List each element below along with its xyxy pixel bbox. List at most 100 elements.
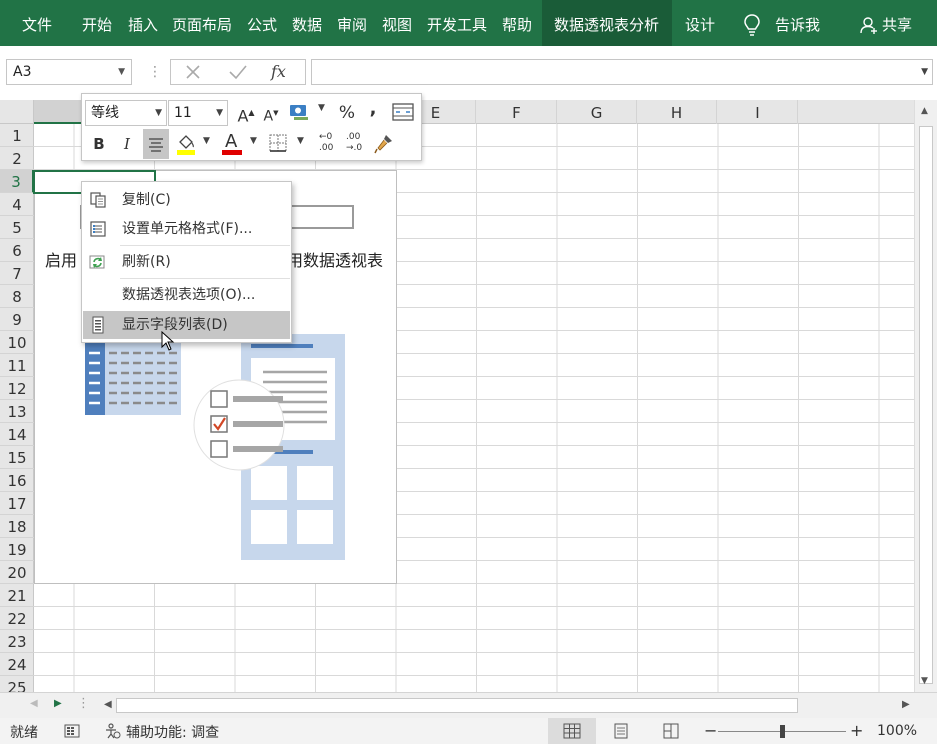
menu-item-show-field-list[interactable]: 显示字段列表(D) (83, 311, 290, 339)
scroll-down-icon[interactable]: ▼ (921, 676, 928, 686)
font-color-button[interactable]: A (220, 131, 244, 157)
zoom-slider-thumb[interactable] (780, 725, 785, 738)
row-header-19[interactable]: 19 (0, 538, 34, 561)
column-header-f[interactable]: F (477, 100, 557, 124)
row-header-24[interactable]: 24 (0, 653, 34, 676)
row-header-5[interactable]: 5 (0, 216, 34, 239)
insert-function-button[interactable]: fx (271, 60, 286, 84)
scroll-up-icon[interactable]: ▲ (921, 106, 928, 116)
page-break-view-icon[interactable] (662, 723, 680, 739)
borders-icon[interactable] (268, 133, 288, 153)
tab-help[interactable]: 帮助 (502, 0, 532, 46)
share-button[interactable]: 共享 (882, 0, 912, 46)
name-box[interactable]: A3 ▼ (6, 59, 132, 85)
formula-input[interactable]: ▼ (311, 59, 933, 85)
row-header-6[interactable]: 6 (0, 239, 34, 262)
macro-record-icon[interactable] (64, 724, 80, 738)
row-header-14[interactable]: 14 (0, 423, 34, 446)
decrease-decimal-icon[interactable]: .00 →.0 (344, 132, 368, 156)
tab-design[interactable]: 设计 (685, 0, 715, 46)
scroll-right-icon[interactable]: ▶ (902, 699, 910, 710)
shrink-font-button[interactable]: A▼ (262, 101, 280, 125)
accessibility-status[interactable]: 辅助功能: 调查 (126, 722, 219, 742)
merge-center-icon[interactable] (392, 102, 414, 122)
chevron-down-icon[interactable]: ▼ (203, 136, 210, 146)
column-header-i[interactable]: I (718, 100, 798, 124)
fill-color-icon[interactable] (174, 132, 198, 156)
menu-item-pivot-options[interactable]: 数据透视表选项(O)... (83, 281, 290, 309)
tab-data[interactable]: 数据 (292, 0, 322, 46)
row-header-7[interactable]: 7 (0, 262, 34, 285)
row-header-20[interactable]: 20 (0, 561, 34, 584)
chevron-down-icon[interactable]: ▼ (250, 136, 257, 146)
bold-button[interactable]: B (90, 132, 108, 156)
chevron-down-icon[interactable]: ▼ (318, 103, 325, 113)
chevron-down-icon[interactable]: ▼ (297, 136, 304, 146)
enter-check-icon[interactable] (227, 60, 249, 84)
tab-formulas[interactable]: 公式 (247, 0, 277, 46)
scroll-left-icon[interactable]: ◀ (104, 699, 112, 710)
zoom-out-button[interactable]: − (704, 721, 717, 740)
chevron-down-icon[interactable]: ▼ (118, 60, 125, 84)
font-size-select[interactable]: 11 ▼ (168, 100, 228, 126)
tab-page-layout[interactable]: 页面布局 (172, 0, 232, 46)
row-header-8[interactable]: 8 (0, 285, 34, 308)
cancel-x-icon[interactable] (183, 60, 203, 84)
splitter-handle[interactable]: ⋮ (148, 64, 162, 80)
grow-font-button[interactable]: A▲ (237, 101, 255, 125)
chevron-down-icon[interactable]: ▼ (155, 101, 162, 125)
zoom-in-button[interactable]: + (850, 721, 863, 740)
row-header-2[interactable]: 2 (0, 147, 34, 170)
row-header-23[interactable]: 23 (0, 630, 34, 653)
row-header-22[interactable]: 22 (0, 607, 34, 630)
column-header-g[interactable]: G (557, 100, 637, 124)
align-center-button[interactable] (143, 129, 169, 159)
row-header-18[interactable]: 18 (0, 515, 34, 538)
italic-button[interactable]: I (118, 132, 136, 156)
menu-item-copy[interactable]: 复制(C) (83, 186, 290, 214)
comma-style-button[interactable]: , (365, 97, 381, 121)
row-header-1[interactable]: 1 (0, 124, 34, 147)
row-header-12[interactable]: 12 (0, 377, 34, 400)
next-sheet-icon[interactable]: ▶ (54, 698, 62, 709)
splitter-handle[interactable]: ⋮ (77, 696, 90, 711)
tell-me-search[interactable]: 告诉我 (775, 0, 820, 46)
row-header-3[interactable]: 3 (0, 170, 34, 193)
format-painter-icon[interactable] (372, 132, 396, 156)
row-header-4[interactable]: 4 (0, 193, 34, 216)
accounting-format-icon[interactable] (288, 102, 312, 122)
chevron-down-icon[interactable]: ▼ (216, 101, 223, 125)
tab-view[interactable]: 视图 (382, 0, 412, 46)
row-header-13[interactable]: 13 (0, 400, 34, 423)
vertical-scroll-thumb[interactable] (919, 126, 933, 684)
font-name-select[interactable]: 等线 ▼ (85, 100, 167, 126)
tab-pivot-analyze[interactable]: 数据透视表分析 (542, 0, 672, 46)
row-header-9[interactable]: 9 (0, 308, 34, 331)
row-header-10[interactable]: 10 (0, 331, 34, 354)
row-header-16[interactable]: 16 (0, 469, 34, 492)
row-header-21[interactable]: 21 (0, 584, 34, 607)
lightbulb-icon[interactable] (744, 14, 760, 36)
menu-item-refresh[interactable]: 刷新(R) (83, 248, 290, 276)
zoom-level[interactable]: 100% (877, 723, 917, 739)
row-header-15[interactable]: 15 (0, 446, 34, 469)
column-header-h[interactable]: H (637, 100, 717, 124)
expand-formula-icon[interactable]: ▼ (921, 60, 928, 84)
tab-review[interactable]: 审阅 (337, 0, 367, 46)
prev-sheet-icon[interactable]: ◀ (30, 698, 38, 709)
tab-home[interactable]: 开始 (82, 0, 112, 46)
row-header-25[interactable]: 25 (0, 676, 34, 692)
increase-decimal-icon[interactable]: ←0 .00 (315, 132, 339, 156)
tab-insert[interactable]: 插入 (128, 0, 158, 46)
row-header-17[interactable]: 17 (0, 492, 34, 515)
select-all-corner[interactable] (0, 100, 34, 124)
menu-item-format-cells[interactable]: 设置单元格格式(F)... (83, 215, 290, 243)
accessibility-icon[interactable] (104, 723, 122, 739)
page-layout-view-icon[interactable] (612, 723, 630, 739)
tab-developer[interactable]: 开发工具 (427, 0, 487, 46)
percent-style-button[interactable]: % (336, 101, 358, 125)
horizontal-scroll-thumb[interactable] (116, 698, 798, 713)
horizontal-scrollbar[interactable]: ◀ ▶ (100, 697, 916, 715)
vertical-scrollbar[interactable]: ▲ ▼ (914, 100, 937, 692)
row-header-11[interactable]: 11 (0, 354, 34, 377)
